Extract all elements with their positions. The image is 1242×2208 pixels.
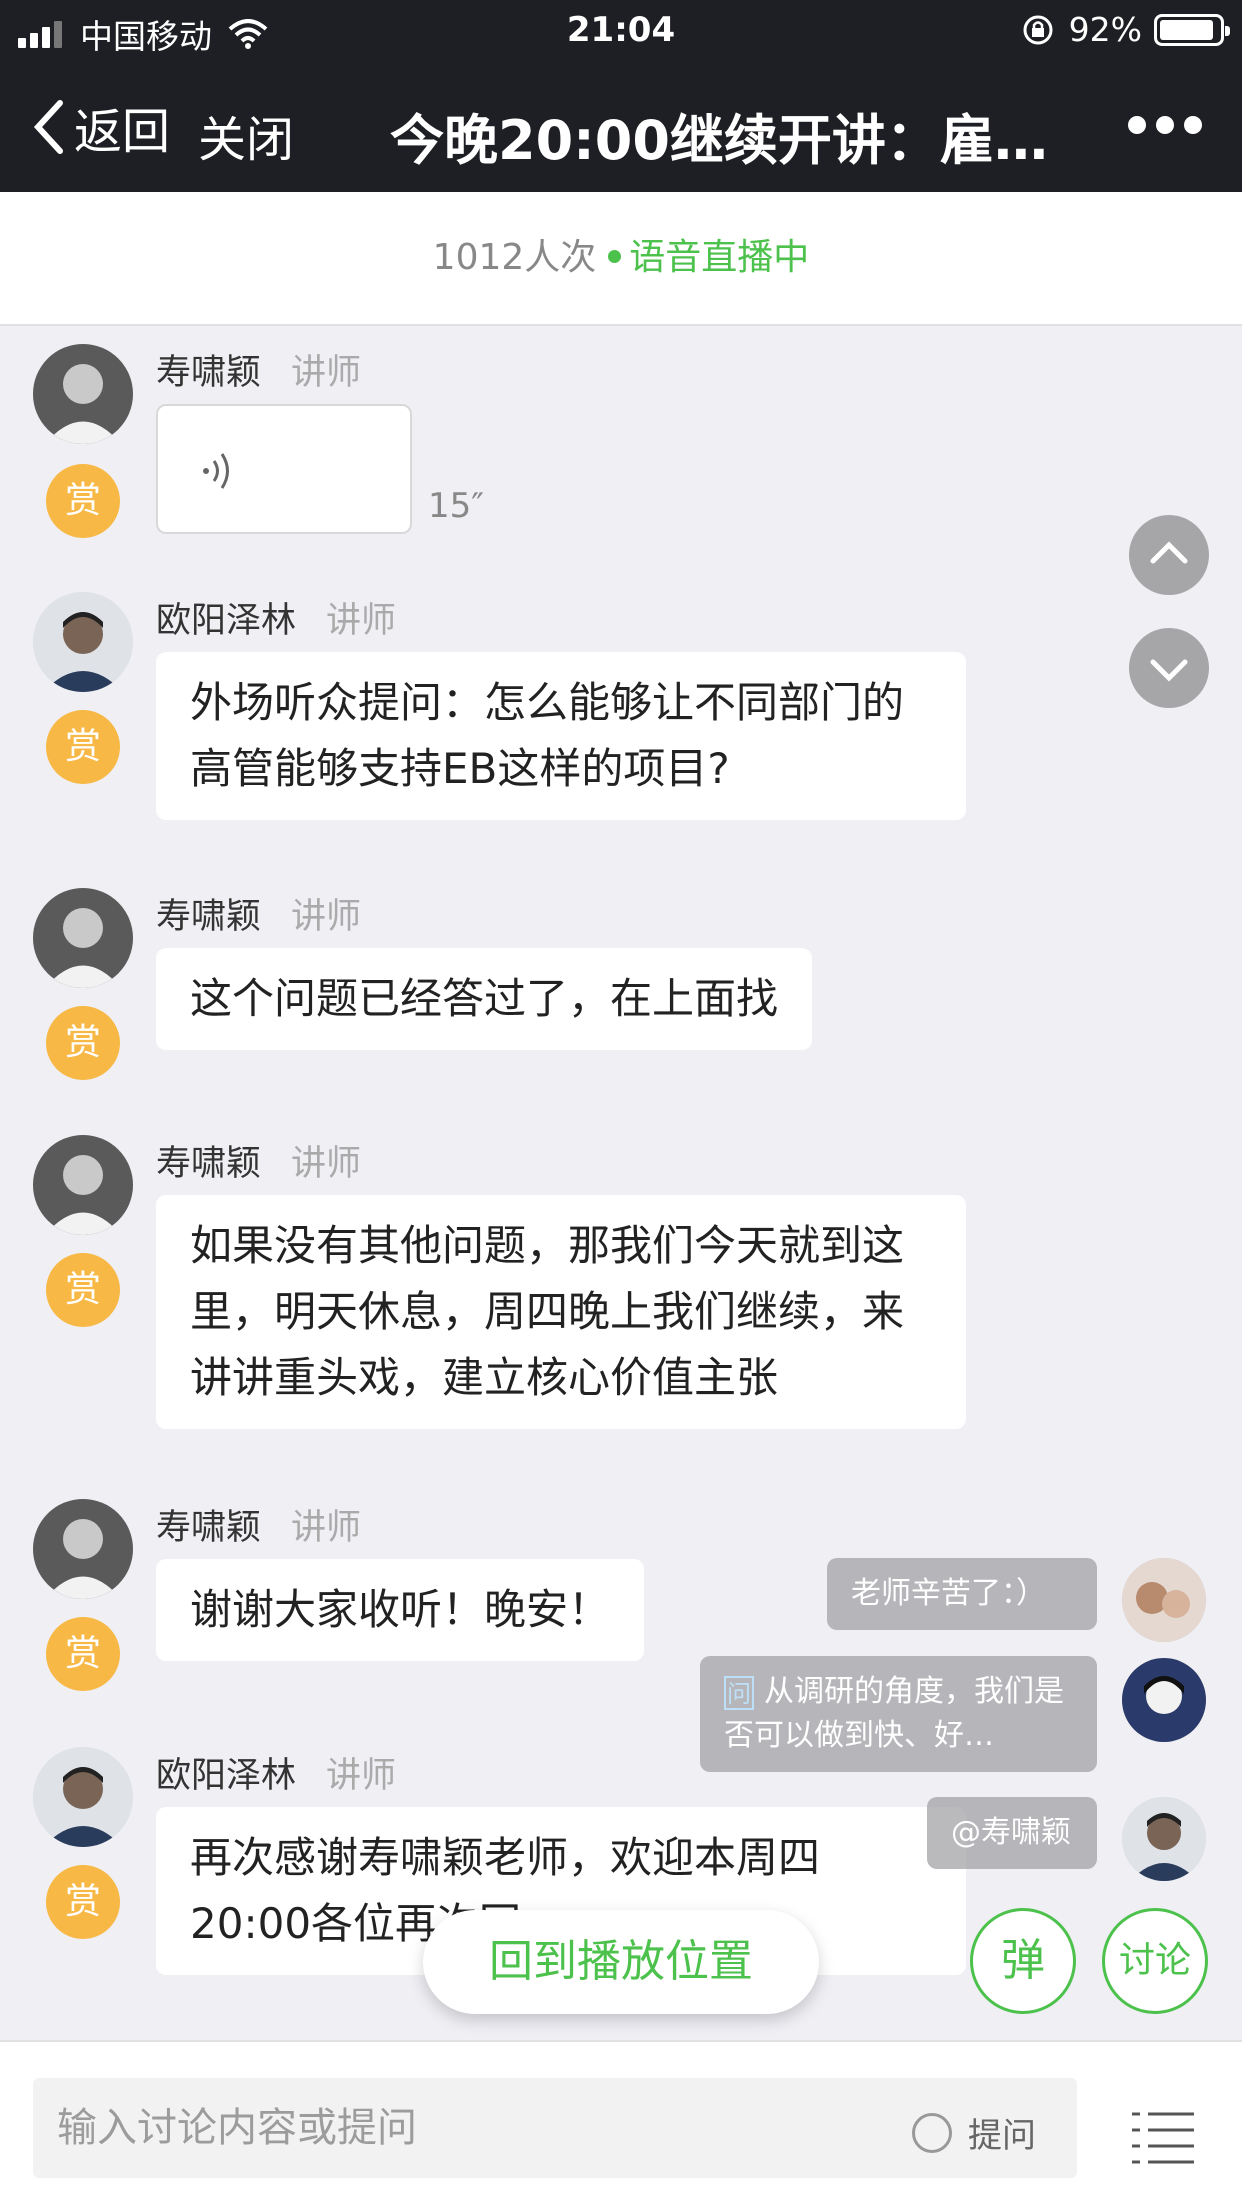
avatar[interactable] [1122,1658,1206,1742]
back-to-playback-button[interactable]: 回到播放位置 [423,1910,819,2014]
danmaku-text: 从调研的角度，我们是否可以做到快、好… [724,1674,1064,1753]
status-bar: 中国移动 21:04 92% [0,0,1242,62]
question-tag: 问 [724,1675,754,1710]
danmaku-item: 老师辛苦了：） [827,1558,1097,1630]
avatar[interactable] [33,888,133,988]
voice-message[interactable] [156,404,412,534]
avatar[interactable] [33,344,133,444]
reward-button[interactable]: 赏 [46,464,120,538]
ask-label: 提问 [968,2116,1036,2156]
avatar[interactable] [1122,1558,1206,1642]
avatar[interactable] [33,1135,133,1235]
ask-question-toggle[interactable]: 提问 [912,2108,1036,2157]
danmaku-item: 问从调研的角度，我们是否可以做到快、好… [700,1656,1097,1772]
nav-bar: 返回 关闭 今晚20:00继续开讲：雇… [0,62,1242,192]
chevron-up-icon [1150,541,1188,564]
avatar[interactable] [33,592,133,692]
sender-name: 寿啸颖 [156,897,262,937]
avatar[interactable] [33,1747,133,1847]
scroll-up-button[interactable] [1129,515,1209,595]
danmaku-item: @寿啸颖 [927,1797,1097,1869]
rotation-lock-icon [1023,15,1053,44]
sender-info: 寿啸颖 讲师 [156,888,361,939]
sender-role: 讲师 [291,897,362,937]
sender-role: 讲师 [291,1144,362,1184]
chevron-down-icon [1150,659,1188,682]
sender-info: 欧阳泽林 讲师 [156,592,396,643]
discuss-button[interactable]: 讨论 [1102,1908,1208,2014]
sender-role: 讲师 [326,1756,397,1796]
radio-icon [912,2112,952,2153]
viewer-count: 1012人次 [432,237,597,278]
sender-info: 欧阳泽林 讲师 [156,1747,396,1798]
message-bubble[interactable]: 外场听众提问：怎么能够让不同部门的高管能够支持EB这样的项目? [156,652,966,820]
battery-icon [1154,13,1230,46]
reward-button[interactable]: 赏 [46,1253,120,1327]
status-right: 92% [1021,10,1230,49]
live-dot-icon [608,250,622,263]
sender-role: 讲师 [291,1508,362,1548]
live-status-label: 语音直播中 [629,237,810,278]
live-status-bar: 1012人次 语音直播中 [0,192,1242,326]
back-label: 返回 [74,104,171,160]
back-button[interactable]: 返回 [30,92,170,162]
page-title: 今晚20:00继续开讲：雇… [390,109,1048,172]
sender-name: 寿啸颖 [156,1508,262,1548]
avatar[interactable] [33,1499,133,1599]
sender-name: 欧阳泽林 [156,1756,297,1796]
menu-list-icon[interactable] [1130,2108,1196,2168]
reward-button[interactable]: 赏 [46,1865,120,1939]
sender-info: 寿啸颖 讲师 [156,1135,361,1186]
close-button[interactable]: 关闭 [198,100,294,170]
message-bubble[interactable]: 谢谢大家收听！晚安！ [156,1559,645,1661]
sender-name: 寿啸颖 [156,1144,262,1184]
sender-role: 讲师 [291,353,362,393]
sender-role: 讲师 [326,601,397,641]
sender-info: 寿啸颖 讲师 [156,1499,361,1550]
voice-duration: 15″ [428,486,484,526]
more-icon[interactable] [1118,116,1202,134]
avatar[interactable] [1122,1797,1206,1881]
danmaku-toggle-button[interactable]: 弹 [970,1908,1076,2014]
battery-percent: 92% [1068,10,1142,49]
reward-button[interactable]: 赏 [46,1617,120,1691]
reward-button[interactable]: 赏 [46,710,120,784]
sender-name: 欧阳泽林 [156,601,297,641]
voice-wave-icon [203,453,229,489]
chevron-left-icon [33,100,63,154]
bottom-bar: 提问 [0,2040,1242,2208]
reward-button[interactable]: 赏 [46,1006,120,1080]
message-bubble[interactable]: 如果没有其他问题，那我们今天就到这里，明天休息，周四晚上我们继续，来讲讲重头戏，… [156,1195,966,1429]
message-bubble[interactable]: 这个问题已经答过了，在上面找 [156,948,813,1050]
sender-info: 寿啸颖 讲师 [156,344,361,395]
sender-name: 寿啸颖 [156,353,262,393]
scroll-down-button[interactable] [1129,628,1209,708]
